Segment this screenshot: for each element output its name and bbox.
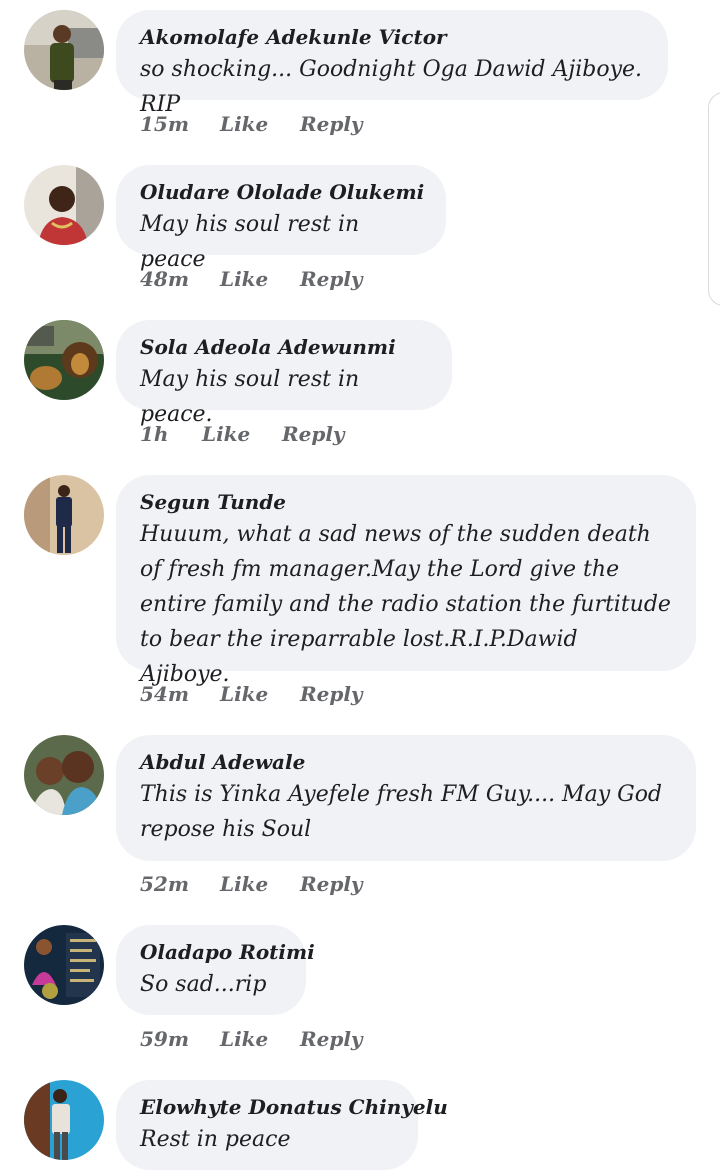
commenter-name[interactable]: Segun Tunde [140, 487, 672, 517]
comment-text: So sad...rip [140, 972, 267, 997]
avatar[interactable] [24, 10, 104, 90]
commenter-name[interactable]: Abdul Adewale [140, 747, 672, 777]
like-button[interactable]: Like [220, 1027, 300, 1051]
reply-button[interactable]: Reply [300, 267, 363, 291]
commenter-name[interactable]: Sola Adeola Adewunmi [140, 332, 428, 362]
comment-actions: 48m Like Reply [140, 267, 363, 291]
avatar[interactable] [24, 165, 104, 245]
like-button[interactable]: Like [220, 872, 300, 896]
reply-button[interactable]: Reply [300, 682, 363, 706]
comment-time: 15m [140, 112, 189, 136]
commenter-name[interactable]: Elowhyte Donatus Chinyelu [140, 1092, 448, 1122]
comment-time: 48m [140, 267, 189, 291]
comment-bubble: Abdul Adewale This is Yinka Ayefele fres… [116, 735, 696, 861]
comment-bubble: Akomolafe Adekunle Victor so shocking...… [116, 10, 668, 117]
comment-text: Rest in peace [140, 1127, 291, 1152]
comment-actions: 59m Like Reply [140, 1027, 363, 1051]
avatar[interactable] [24, 925, 104, 1005]
like-button[interactable]: Like [220, 682, 300, 706]
avatar[interactable] [24, 475, 104, 555]
comment-actions: 1h Like Reply [140, 422, 345, 446]
like-button[interactable]: Like [202, 422, 282, 446]
comment-actions: 15m Like Reply [140, 112, 363, 136]
commenter-name[interactable]: Oladapo Rotimi [140, 937, 315, 967]
comment-bubble: Oludare Ololade Olukemi May his soul res… [116, 165, 446, 272]
commenter-name[interactable]: Akomolafe Adekunle Victor [140, 22, 644, 52]
avatar[interactable] [24, 1080, 104, 1160]
comment-actions: 52m Like Reply [140, 872, 363, 896]
comment-bubble: Elowhyte Donatus Chinyelu Rest in peace [116, 1080, 448, 1170]
like-button[interactable]: Like [220, 267, 300, 291]
avatar[interactable] [24, 320, 104, 400]
commenter-name[interactable]: Oludare Ololade Olukemi [140, 177, 424, 207]
comment-bubble: Sola Adeola Adewunmi May his soul rest i… [116, 320, 452, 427]
reply-button[interactable]: Reply [300, 112, 363, 136]
comment-time: 54m [140, 682, 189, 706]
comment-text: Huuum, what a sad news of the sudden dea… [140, 522, 671, 687]
avatar[interactable] [24, 735, 104, 815]
comment-time: 52m [140, 872, 189, 896]
reply-button[interactable]: Reply [300, 1027, 363, 1051]
comment-bubble: Oladapo Rotimi So sad...rip [116, 925, 315, 1015]
comment-text: This is Yinka Ayefele fresh FM Guy.... M… [140, 782, 663, 842]
reply-button[interactable]: Reply [282, 422, 345, 446]
side-panel-edge[interactable] [708, 92, 720, 306]
like-button[interactable]: Like [220, 112, 300, 136]
comment-time: 1h [140, 422, 169, 446]
comment-bubble: Segun Tunde Huuum, what a sad news of th… [116, 475, 696, 687]
reply-button[interactable]: Reply [300, 872, 363, 896]
comment-time: 59m [140, 1027, 189, 1051]
comment-actions: 54m Like Reply [140, 682, 363, 706]
